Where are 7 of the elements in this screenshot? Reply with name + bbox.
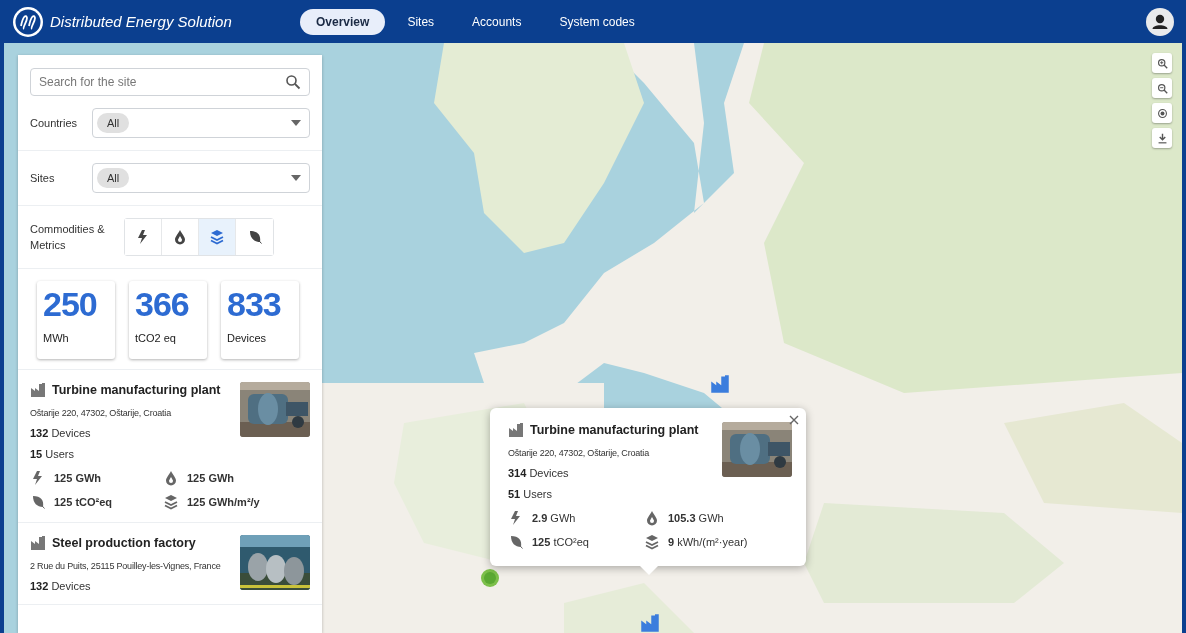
avatar-icon xyxy=(1146,7,1174,36)
nav-tab[interactable]: Overview xyxy=(300,8,386,35)
nav-tab[interactable]: Sites xyxy=(391,8,451,35)
nav-tab[interactable]: System codes xyxy=(543,8,651,35)
nav-tab[interactable]: Accounts xyxy=(456,8,538,35)
logo-icon xyxy=(12,5,44,38)
app-title: Distributed Energy Solution xyxy=(50,13,233,30)
